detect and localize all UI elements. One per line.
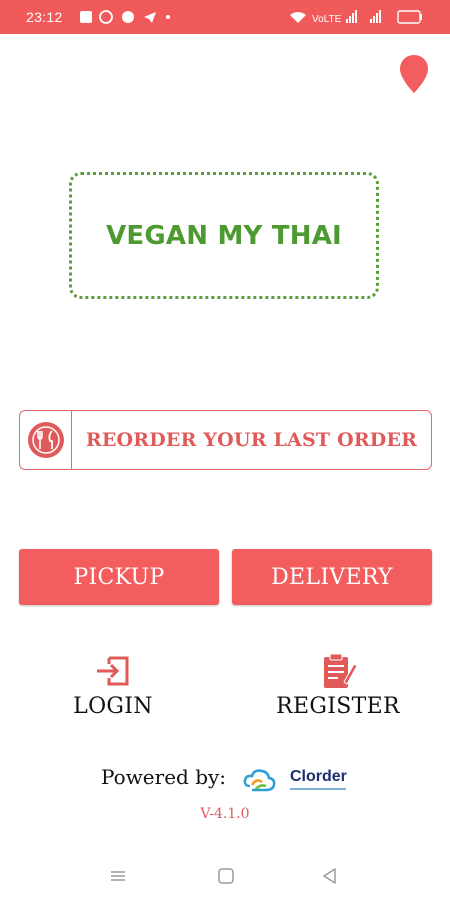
login-icon bbox=[97, 656, 129, 686]
svg-text:VoLTE: VoLTE bbox=[312, 14, 342, 24]
status-time: 23:12 bbox=[26, 9, 63, 25]
login-button[interactable]: LOGIN bbox=[33, 652, 193, 719]
register-clipboard-icon bbox=[324, 653, 358, 688]
reorder-icon-cell bbox=[20, 411, 72, 469]
fork-knife-icon bbox=[27, 422, 64, 458]
app-version: V-4.1.0 bbox=[200, 806, 250, 822]
restaurant-brand-box: VEGAN MY THAI bbox=[69, 172, 379, 299]
menu-icon[interactable] bbox=[108, 866, 128, 886]
delivery-button[interactable]: DELIVERY bbox=[232, 549, 432, 605]
notification-icons bbox=[80, 10, 170, 24]
system-icons: VoLTE bbox=[290, 10, 422, 24]
register-label: REGISTER bbox=[276, 694, 400, 719]
reorder-label: REORDER YOUR LAST ORDER bbox=[85, 429, 418, 451]
map-pin-icon[interactable] bbox=[400, 55, 428, 93]
status-bar: 23:12 VoLTE bbox=[0, 0, 450, 34]
clorder-logo-text: Clorder bbox=[290, 768, 347, 785]
pickup-button[interactable]: PICKUP bbox=[19, 549, 219, 605]
system-nav-bar bbox=[0, 852, 450, 900]
login-label: LOGIN bbox=[73, 694, 153, 719]
reorder-last-order-button[interactable]: REORDER YOUR LAST ORDER bbox=[19, 410, 432, 470]
register-button[interactable]: REGISTER bbox=[258, 652, 418, 719]
restaurant-name: VEGAN MY THAI bbox=[106, 220, 342, 251]
powered-by-label: Powered by: bbox=[101, 765, 227, 789]
home-icon[interactable] bbox=[216, 866, 236, 886]
back-icon[interactable] bbox=[320, 866, 340, 886]
